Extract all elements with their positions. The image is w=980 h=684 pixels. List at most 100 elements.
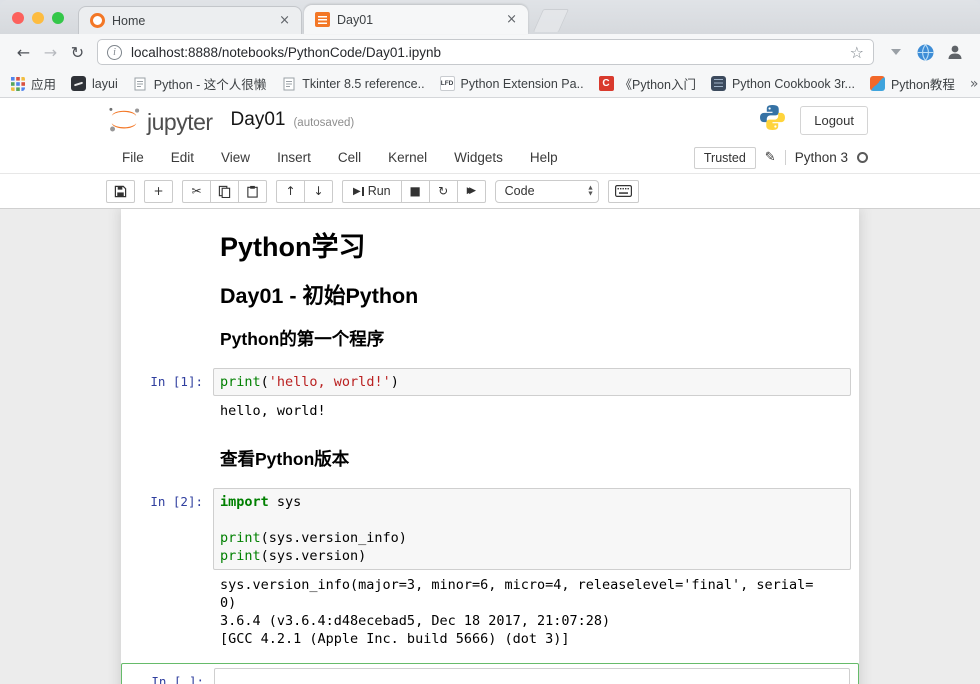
tab-strip: Home × Day01 ×	[0, 0, 980, 34]
paste-cell-button[interactable]	[238, 180, 267, 203]
empty-code-cell[interactable]: In [ ]:	[121, 663, 859, 684]
c-site-icon: C	[599, 76, 614, 91]
tab-close-icon[interactable]: ×	[277, 13, 292, 28]
zoom-window-button[interactable]	[52, 12, 64, 24]
code-cell-1: In [1]: print('hello, world!') hello, wo…	[121, 363, 859, 431]
bookmarks-bar: 应用 layui Python - 这个人很懒 Tkinter 8.5 refe…	[0, 70, 980, 98]
tab-close-icon[interactable]: ×	[504, 12, 519, 27]
copy-cell-button[interactable]	[210, 180, 239, 203]
bookmark-python-intro[interactable]: C 《Python入门	[599, 74, 696, 93]
cell-type-select[interactable]: Code ▲▼	[495, 180, 599, 203]
menu-edit[interactable]: Edit	[171, 150, 194, 165]
bookmark-tkinter[interactable]: Tkinter 8.5 reference..	[281, 76, 424, 91]
notebook-container: Python学习 Day01 - 初始Python Python的第一个程序 I…	[121, 209, 859, 684]
bookmark-label: Tkinter 8.5 reference..	[302, 77, 424, 91]
cell-output: hello, world!	[213, 396, 851, 426]
kernel-name: Python 3	[795, 150, 848, 165]
bookmark-apps[interactable]: 应用	[10, 74, 56, 93]
cut-cell-button[interactable]: ✂	[182, 180, 211, 203]
window-controls	[12, 12, 64, 24]
markdown-cell-day[interactable]: Day01 - 初始Python	[121, 279, 859, 323]
dropdown-triangle-icon[interactable]	[891, 49, 901, 55]
bookmark-python-extension[interactable]: LFD Python Extension Pa..	[440, 76, 584, 91]
logout-button[interactable]: Logout	[800, 106, 868, 135]
run-label: Run	[368, 184, 391, 198]
play-icon: ▶	[353, 186, 361, 197]
bookmark-star-icon[interactable]: ☆	[850, 43, 864, 62]
move-cell-up-button[interactable]: ↑	[276, 180, 305, 203]
kernel-indicator-area: Trusted ✎ Python 3	[694, 147, 868, 169]
tab-day01[interactable]: Day01 ×	[304, 5, 528, 34]
browser-window: Home × Day01 × ← → ↻ i localhost:8888/no…	[0, 0, 980, 684]
menu-kernel[interactable]: Kernel	[388, 150, 427, 165]
menu-insert[interactable]: Insert	[277, 150, 311, 165]
close-window-button[interactable]	[12, 12, 24, 24]
save-button[interactable]	[106, 180, 135, 203]
feather-icon	[870, 76, 885, 91]
lfd-icon: LFD	[440, 76, 455, 91]
select-arrows-icon: ▲▼	[588, 186, 592, 197]
markdown-cell-title[interactable]: Python学习	[121, 217, 859, 279]
input-prompt: In [2]:	[121, 488, 213, 570]
restart-run-all-button[interactable]: ▶▶	[457, 180, 486, 203]
floppy-icon	[114, 185, 127, 198]
output-prompt-spacer	[121, 396, 213, 426]
markdown-cell-version[interactable]: 查看Python版本	[121, 431, 859, 483]
url-text: localhost:8888/notebooks/PythonCode/Day0…	[131, 45, 841, 60]
navigation-bar: ← → ↻ i localhost:8888/notebooks/PythonC…	[0, 34, 980, 70]
jupyter-favicon-icon	[90, 13, 105, 28]
bookmarks-overflow-button[interactable]: »	[970, 76, 979, 92]
notebook-heading-2: Day01 - 初始Python	[220, 284, 851, 308]
menu-bar: File Edit View Insert Cell Kernel Widget…	[0, 142, 980, 174]
input-prompt: In [ ]:	[122, 668, 214, 684]
bookmark-python-cookbook[interactable]: Python Cookbook 3r...	[711, 76, 855, 91]
separator	[785, 150, 786, 165]
restart-kernel-button[interactable]: ↻	[429, 180, 458, 203]
tab-home[interactable]: Home ×	[78, 6, 302, 34]
jupyter-logo[interactable]: jupyter	[106, 105, 213, 135]
code-input[interactable]: print('hello, world!')	[213, 368, 851, 396]
page-info-icon[interactable]: i	[107, 45, 122, 60]
checkpoint-status: (autosaved)	[293, 112, 354, 129]
bookmark-label: Python教程	[891, 74, 955, 93]
new-tab-button[interactable]	[533, 9, 569, 32]
keyboard-icon	[615, 185, 632, 197]
menu-file[interactable]: File	[122, 150, 144, 165]
bookmark-layui[interactable]: layui	[71, 76, 118, 91]
command-palette-button[interactable]	[608, 180, 639, 203]
code-input[interactable]: import sys print(sys.version_info) print…	[213, 488, 851, 570]
menu-widgets[interactable]: Widgets	[454, 150, 503, 165]
bookmark-python-blog[interactable]: Python - 这个人很懒	[133, 74, 267, 93]
layui-icon	[71, 76, 86, 91]
forward-button[interactable]: →	[37, 39, 64, 66]
code-input[interactable]	[214, 668, 850, 684]
markdown-cell-first-program[interactable]: Python的第一个程序	[121, 323, 859, 363]
bookmark-label: Python Cookbook 3r...	[732, 77, 855, 91]
paste-icon	[246, 185, 259, 198]
back-button[interactable]: ←	[10, 39, 37, 66]
menu-view[interactable]: View	[221, 150, 250, 165]
output-prompt-spacer	[121, 570, 213, 654]
reload-button[interactable]: ↻	[64, 39, 91, 66]
address-bar[interactable]: i localhost:8888/notebooks/PythonCode/Da…	[97, 39, 874, 65]
minimize-window-button[interactable]	[32, 12, 44, 24]
globe-icon[interactable]	[913, 40, 937, 64]
trusted-badge[interactable]: Trusted	[694, 147, 756, 169]
bookmark-python-tutorial[interactable]: Python教程	[870, 74, 955, 93]
jupyter-wordmark: jupyter	[147, 107, 213, 134]
run-button[interactable]: ▶ Run	[342, 180, 402, 203]
notebook-title[interactable]: Day01	[231, 109, 286, 131]
menu-cell[interactable]: Cell	[338, 150, 361, 165]
code-cell-2: In [2]: import sys print(sys.version_inf…	[121, 483, 859, 659]
interrupt-kernel-button[interactable]: ■	[401, 180, 430, 203]
notebook-area: Python学习 Day01 - 初始Python Python的第一个程序 I…	[0, 208, 980, 684]
step-bar-icon	[362, 187, 364, 196]
menu-help[interactable]: Help	[530, 150, 558, 165]
move-cell-down-button[interactable]: ↓	[304, 180, 333, 203]
add-cell-button[interactable]: +	[144, 180, 173, 203]
bookmark-label: Python Extension Pa..	[461, 77, 584, 91]
notebook-toolbar: + ✂ ↑ ↓ ▶ Run ■ ↻ ▶▶ Code	[0, 174, 980, 208]
prompt-spacer	[121, 284, 213, 318]
profile-icon[interactable]	[943, 40, 967, 64]
prompt-spacer	[121, 448, 213, 478]
